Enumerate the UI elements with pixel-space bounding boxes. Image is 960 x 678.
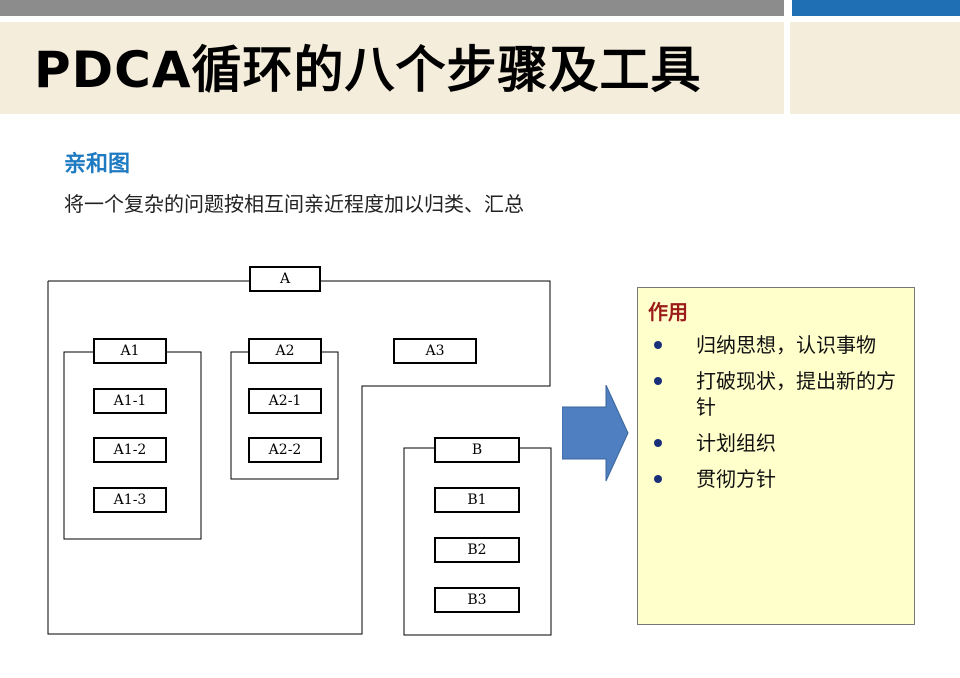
effect-item-text: 贯彻方针 (696, 467, 776, 491)
node-a: A (249, 266, 321, 292)
node-a1-1: A1-1 (93, 388, 167, 414)
list-item: 贯彻方针 (646, 466, 906, 492)
effect-item-text: 计划组织 (696, 431, 776, 455)
node-b3: B3 (434, 587, 520, 613)
node-b2: B2 (434, 537, 520, 563)
effect-item-text: 归纳思想，认识事物 (696, 333, 876, 357)
node-a1-3: A1-3 (93, 487, 167, 513)
effect-title: 作用 (648, 300, 688, 324)
node-a1-2: A1-2 (93, 437, 167, 463)
bullet-icon (654, 475, 662, 483)
node-a2-1: A2-1 (248, 388, 322, 414)
bullet-icon (654, 341, 662, 349)
node-a2-2: A2-2 (248, 437, 322, 463)
node-b: B (434, 437, 520, 463)
node-b1: B1 (434, 487, 520, 513)
node-a2: A2 (248, 338, 322, 364)
list-item: 计划组织 (646, 430, 906, 456)
node-a1: A1 (93, 338, 167, 364)
right-arrow-icon (562, 385, 629, 482)
effect-panel: 作用 归纳思想，认识事物 打破现状，提出新的方针 计划组织 贯彻方针 (637, 287, 915, 625)
effect-item-text: 打破现状，提出新的方针 (696, 369, 896, 419)
effect-list: 归纳思想，认识事物 打破现状，提出新的方针 计划组织 贯彻方针 (646, 332, 906, 502)
node-a3: A3 (393, 338, 477, 364)
bullet-icon (654, 439, 662, 447)
bullet-icon (654, 377, 662, 385)
list-item: 归纳思想，认识事物 (646, 332, 906, 358)
list-item: 打破现状，提出新的方针 (646, 368, 906, 420)
